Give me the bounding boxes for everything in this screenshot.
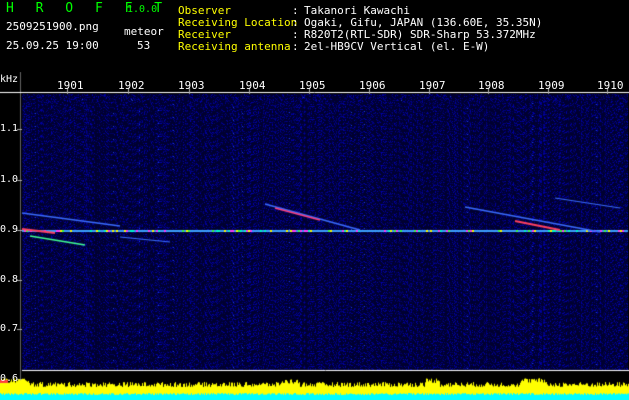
y-tick-label: 1.0: [0, 174, 19, 185]
antenna-key: Receiving antenna: [178, 40, 291, 53]
header-panel: H R O F F T 1.0.0 2509251900.png 25.09.2…: [0, 0, 629, 72]
y-tick-label: 0.7: [0, 323, 19, 334]
meteor-label: meteor: [124, 25, 164, 38]
x-tick-label: 1901: [57, 79, 84, 92]
app-version: 1.0.0: [127, 4, 158, 15]
x-tick-label: 1902: [118, 79, 145, 92]
y-axis-unit: kHz: [0, 74, 19, 85]
y-tick-label: 0.9: [0, 224, 19, 235]
x-tick-label: 1908: [478, 79, 505, 92]
x-tick-label: 1905: [299, 79, 326, 92]
x-tick-label: 1904: [239, 79, 266, 92]
x-tick-label: 1907: [419, 79, 446, 92]
antenna-colon: :: [292, 40, 299, 53]
timestamp: 25.09.25 19:00: [6, 39, 99, 52]
y-tick-label: 0.6: [0, 373, 19, 384]
x-tick-label: 1903: [178, 79, 205, 92]
x-tick-label: 1910: [597, 79, 624, 92]
file-name: 2509251900.png: [6, 20, 99, 33]
antenna-value: 2el-HB9CV Vertical (el. E-W): [304, 40, 490, 53]
y-tick-label: 1.1: [0, 123, 19, 134]
y-tick-label: 0.8: [0, 274, 19, 285]
x-tick-label: 1906: [359, 79, 386, 92]
meteor-count: 53: [137, 39, 151, 52]
x-tick-label: 1909: [538, 79, 565, 92]
